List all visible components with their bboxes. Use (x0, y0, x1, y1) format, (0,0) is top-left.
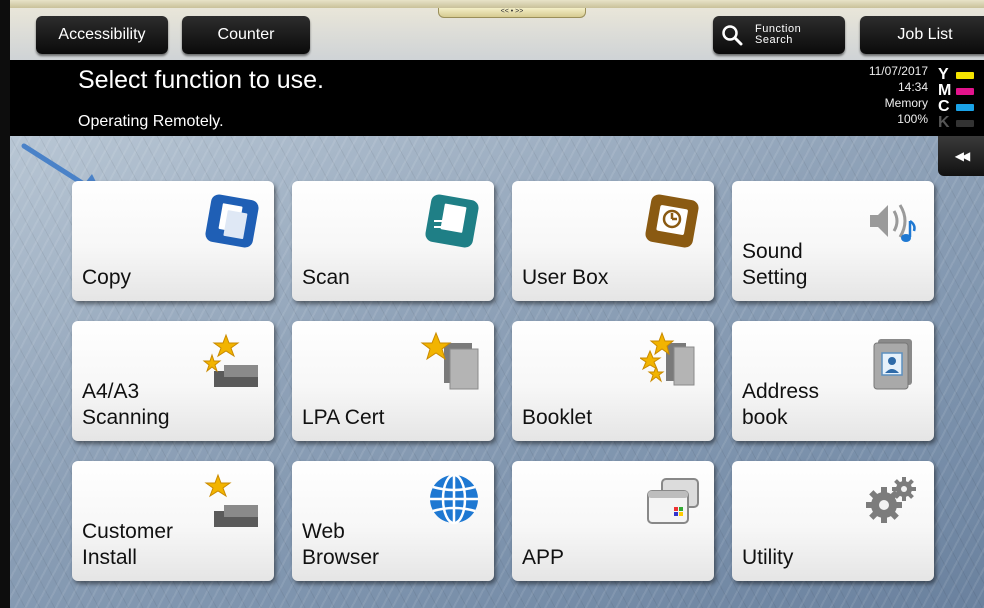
toner-bar-black (956, 119, 974, 127)
counter-tab-label: Counter (217, 26, 275, 43)
booklet-label: Booklet (522, 406, 593, 429)
web-browser-label: Web Browser (302, 520, 380, 569)
scanner-star-icon (204, 473, 258, 527)
user-box-label: User Box (522, 266, 609, 289)
double-chevron-left-icon: ◀◀ (954, 149, 971, 163)
user-box-tile[interactable]: User Box (512, 181, 714, 301)
accessibility-tab-label: Accessibility (58, 26, 146, 43)
status-date: 11/07/2017 (868, 64, 928, 78)
accessibility-tab[interactable]: Accessibility (36, 16, 168, 54)
copy-icon (205, 194, 259, 248)
toner-letter: K (938, 114, 950, 131)
document-star-icon (420, 331, 479, 390)
utility-label: Utility (742, 546, 794, 569)
address-book-icon (873, 339, 912, 390)
sound-setting-tile[interactable]: Sound Setting (732, 181, 934, 301)
booklet-tile[interactable]: Booklet (512, 321, 714, 441)
scan-label: Scan (302, 266, 350, 289)
customer-install-tile[interactable]: Customer Install (72, 461, 274, 581)
globe-icon (430, 473, 478, 525)
address-book-label: Address book (742, 380, 820, 429)
panel-handle[interactable]: << • >> (438, 8, 586, 18)
web-browser-tile[interactable]: Web Browser (292, 461, 494, 581)
frame-top (0, 0, 984, 8)
toner-letter: Y (938, 66, 949, 83)
job-list-tab-label: Job List (897, 26, 953, 43)
copy-label: Copy (82, 266, 132, 289)
address-book-tile[interactable]: Address book (732, 321, 934, 441)
scan-icon (425, 194, 479, 248)
frame-left (0, 0, 10, 608)
job-list-tab[interactable]: Job List (860, 16, 984, 54)
status-time: 14:34 (897, 80, 928, 94)
gear-icon (866, 477, 916, 523)
app-tile[interactable]: APP (512, 461, 714, 581)
toner-row-m: M (938, 83, 978, 99)
booklet-star-icon (640, 331, 695, 386)
message-bar: Select function to use. Operating Remote… (10, 60, 984, 136)
copy-tile[interactable]: Copy (72, 181, 274, 301)
counter-tab[interactable]: Counter (182, 16, 310, 54)
top-tab-bar: << • >> Accessibility Counter Function S… (10, 8, 984, 60)
collapse-panel-button[interactable]: ◀◀ (938, 136, 984, 176)
toner-bar-cyan (956, 103, 974, 111)
memory-label: Memory (884, 96, 928, 110)
function-search-line2: Search (755, 34, 793, 46)
lpa-cert-tile[interactable]: LPA Cert (292, 321, 494, 441)
a4-a3-scanning-tile[interactable]: A4/A3 Scanning (72, 321, 274, 441)
toner-row-c: C (938, 99, 978, 115)
panel-screen: << • >> Accessibility Counter Function S… (0, 0, 984, 608)
sound-setting-label: Sound Setting (742, 240, 808, 289)
lpa-cert-label: LPA Cert (302, 406, 385, 429)
toner-levels: Y M C K (938, 67, 978, 131)
app-label: APP (522, 546, 565, 569)
toner-row-k: K (938, 115, 978, 131)
customer-install-label: Customer Install (82, 520, 174, 569)
search-icon (722, 25, 743, 46)
scan-tile[interactable]: Scan (292, 181, 494, 301)
device-status: 11/07/2017 14:34 Memory 100% (869, 63, 928, 127)
utility-tile[interactable]: Utility (732, 461, 934, 581)
app-windows-icon (647, 478, 699, 524)
page-title: Select function to use. (78, 66, 324, 94)
toner-letter: M (938, 82, 952, 99)
toner-bar-magenta (956, 87, 974, 95)
function-search-tab[interactable]: Function Search (713, 16, 845, 54)
toner-letter: C (938, 98, 950, 115)
operation-status: Operating Remotely. (78, 113, 224, 130)
function-search-label: Function Search (755, 24, 801, 46)
scanner-star-icon (202, 333, 258, 387)
function-menu-area: ◀◀ Copy Scan User Box Sound Setting A4/A… (10, 136, 984, 608)
a4-a3-scanning-label: A4/A3 Scanning (82, 380, 170, 429)
memory-value: 100% (897, 112, 928, 126)
user-box-icon (645, 194, 699, 248)
speaker-icon (870, 204, 916, 242)
toner-bar-yellow (956, 71, 974, 79)
toner-row-y: Y (938, 67, 978, 83)
